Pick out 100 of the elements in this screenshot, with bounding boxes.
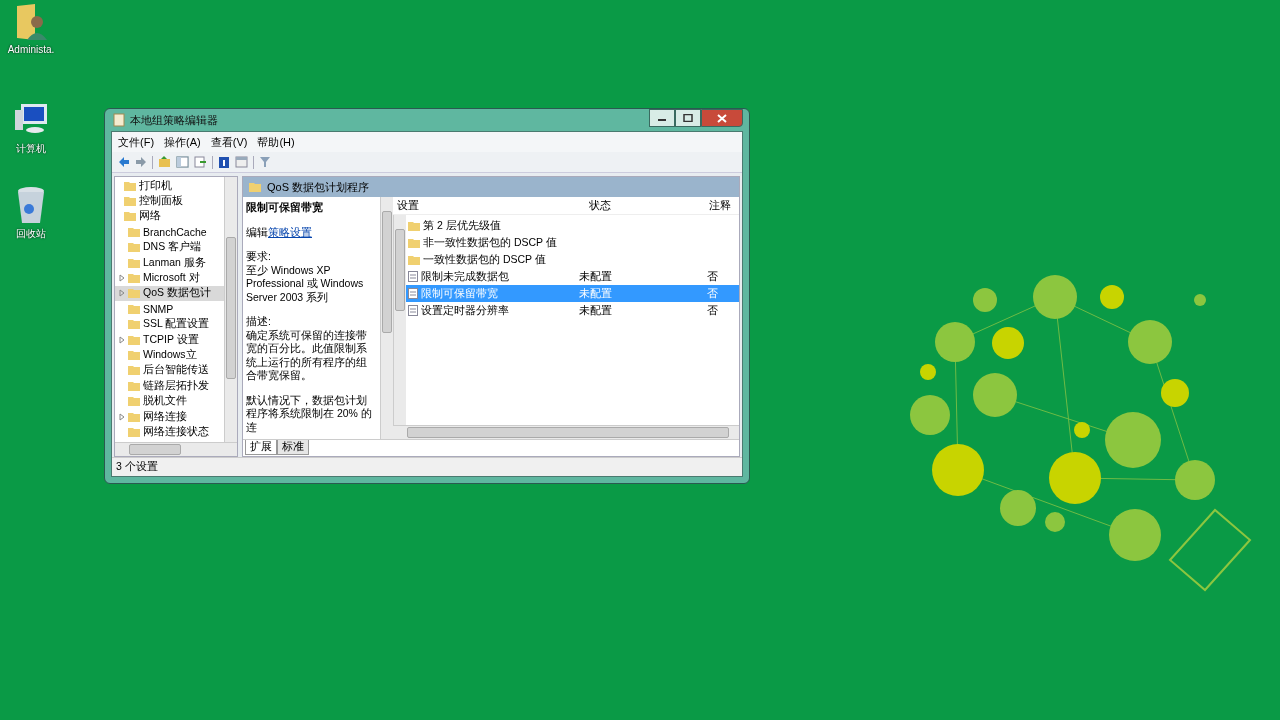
setting-row[interactable]: 非一致性数据包的 DSCP 值 [406,234,739,251]
folder-icon [128,257,140,268]
setting-row[interactable]: 一致性数据包的 DSCP 值 [406,251,739,268]
menu-item[interactable]: 帮助(H) [257,134,295,150]
folder-icon [408,237,420,248]
folder-icon [124,211,136,222]
close-button[interactable] [701,109,743,127]
window-title: 本地组策略编辑器 [130,112,218,128]
folder-icon [124,180,136,191]
tree-item[interactable]: 控制面板 [115,193,224,209]
tree-item[interactable]: 链路层拓扑发 [115,378,224,394]
setting-name: 设置定时器分辨率 [421,303,510,318]
tree-item[interactable]: QoS 数据包计 [115,285,224,302]
description-label: 描述: [246,315,272,329]
setting-comment: 否 [707,269,718,284]
column-header[interactable]: 状态 [589,198,709,213]
horizontal-scrollbar[interactable] [393,425,739,439]
setting-title: 限制可保留带宽 [246,201,324,215]
show-tree-icon[interactable] [176,156,189,168]
maximize-icon [683,114,693,122]
minimize-button[interactable] [649,109,675,127]
menu-item[interactable]: 查看(V) [210,134,248,150]
policy-settings-link[interactable]: 策略设置 [268,225,312,238]
vertical-scrollbar[interactable] [393,215,406,425]
desktop-icon-label: 回收站 [16,227,46,241]
setting-state: 未配置 [579,303,612,318]
tree-item[interactable]: Lanman 服务 [115,254,224,271]
default-text: 默认情况下，数据包计划程序将系统限制在 20% 的连 [246,393,373,434]
setting-name: 第 2 层优先级值 [423,218,502,233]
description-text: 确定系统可保留的连接带宽的百分比。此值限制系统上运行的所有程序的组合带宽保留。 [246,328,368,383]
folder-icon [408,220,420,231]
export-list-icon[interactable] [194,156,207,168]
tree-item[interactable]: 网络连接 [115,408,224,425]
folder-icon [128,242,140,253]
setting-comment: 否 [707,303,718,318]
policy-icon [408,305,418,316]
up-folder-icon[interactable] [158,156,171,168]
view-tab[interactable]: 标准 [277,440,309,455]
tree-item[interactable]: TCPIP 设置 [115,331,224,348]
folder-icon [128,426,140,437]
tree-item[interactable]: 网络 [115,208,224,225]
policy-icon [408,288,418,299]
vertical-scrollbar[interactable] [380,197,393,439]
folder-icon [128,380,140,391]
setting-row[interactable]: 设置定时器分辨率 未配置 否 [406,302,739,319]
setting-name: 限制未完成数据包 [421,269,510,284]
tree-item[interactable]: DNS 客户端 [115,239,224,255]
help-icon[interactable] [218,155,230,169]
folder-icon [128,226,140,237]
tree-item[interactable]: BranchCache [115,224,224,240]
back-arrow-icon[interactable] [118,156,130,168]
properties-icon[interactable] [235,156,248,168]
folder-icon [128,319,140,330]
view-tab[interactable]: 扩展 [245,440,277,455]
forward-arrow-icon[interactable] [135,156,147,168]
policy-icon [408,271,418,282]
column-header[interactable]: 注释 [709,198,739,213]
horizontal-scrollbar[interactable] [115,442,237,456]
filter-icon[interactable] [259,156,271,168]
setting-name: 一致性数据包的 DSCP 值 [423,252,547,267]
folder-icon [128,350,140,360]
panel-title: QoS 数据包计划程序 [267,179,370,195]
column-header[interactable]: 设置 [397,198,589,213]
menu-item[interactable]: 操作(A) [164,134,201,150]
setting-state: 未配置 [579,269,612,284]
folder-icon [128,288,140,299]
edit-text: 编辑策略设置 [246,225,313,239]
folder-icon [128,396,140,407]
maximize-button[interactable] [675,109,701,127]
menu-item[interactable]: 文件(F) [118,134,155,150]
desktop-icon-label: Administa. [7,44,55,55]
folder-icon [408,254,420,265]
setting-comment: 否 [707,286,718,301]
setting-row[interactable]: 第 2 层优先级值 [406,217,739,234]
expand-arrow-icon[interactable] [119,335,125,344]
tree-item[interactable]: SSL 配置设置 [115,316,224,332]
tree-item[interactable]: 脱机文件 [115,393,224,409]
tree-item[interactable]: 后台智能传送 [115,362,224,379]
setting-name: 非一致性数据包的 DSCP 值 [423,235,558,250]
tree-item[interactable]: 网络连接状态 [115,424,224,440]
folder-icon [128,365,140,376]
setting-name: 限制可保留带宽 [421,286,499,301]
requirements-text: 至少 Windows XP Professional 或 Windows Server 2003 系列 [246,263,365,304]
tree-item[interactable]: Windows立 [115,347,224,363]
folder-icon [128,411,140,422]
folder-icon [124,196,136,207]
document-icon [113,113,125,127]
folder-icon [128,334,140,345]
requirements-label: 要求: [246,250,272,264]
vertical-scrollbar[interactable] [224,177,237,442]
folder-icon [249,182,261,192]
setting-state: 未配置 [579,286,612,301]
close-icon [717,113,727,123]
desktop-icon-label: 计算机 [16,142,46,156]
expand-arrow-icon[interactable] [119,412,125,421]
status-text: 3 个设置 [116,460,158,474]
setting-row[interactable]: 限制未完成数据包 未配置 否 [406,268,739,285]
tree-item[interactable]: SNMP [115,301,224,317]
tree-item[interactable]: Microsoft 对 [115,270,224,286]
tree-item[interactable]: 打印机 [115,178,224,194]
